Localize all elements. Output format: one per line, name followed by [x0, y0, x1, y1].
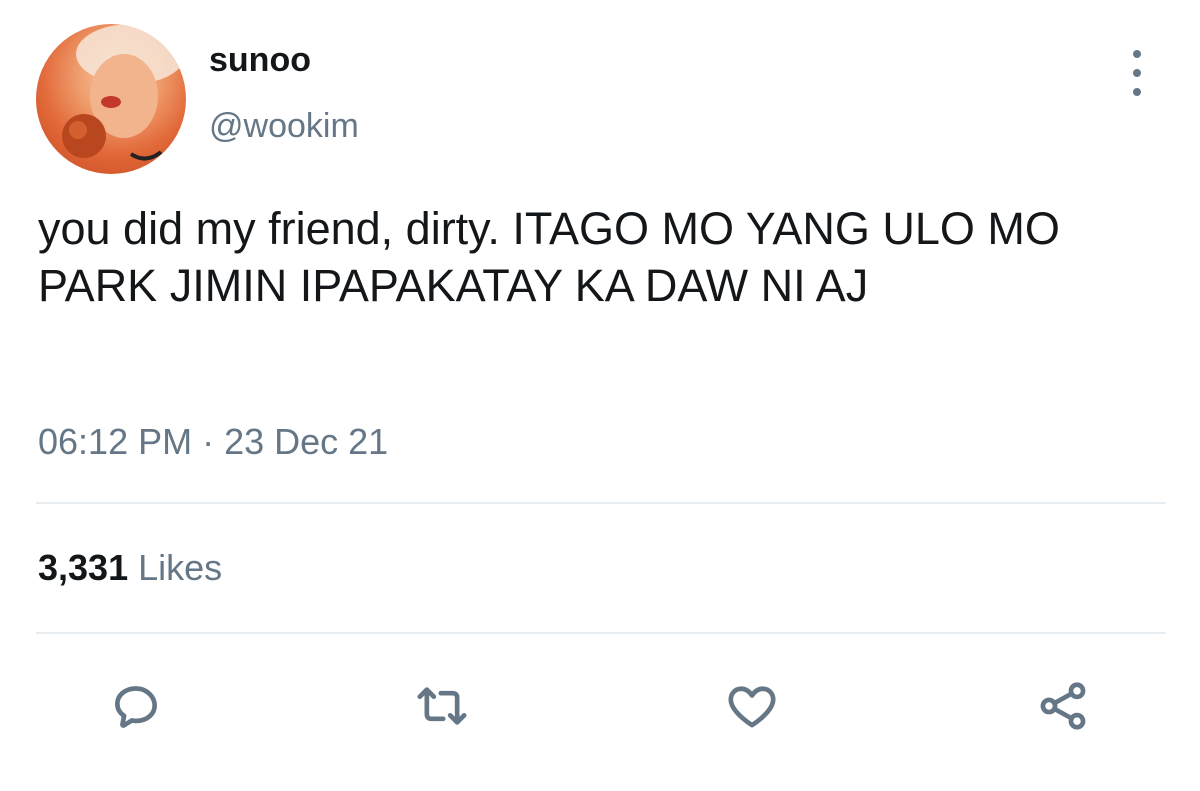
share-icon [1040, 682, 1086, 730]
retweet-icon [417, 687, 467, 725]
more-options-button[interactable] [1122, 50, 1152, 96]
tweet-timestamp[interactable]: 06:12 PM · 23 Dec 21 [38, 420, 388, 464]
display-name[interactable]: sunoo [209, 40, 311, 80]
more-vertical-icon-dot [1133, 69, 1141, 77]
avatar[interactable] [36, 24, 186, 174]
user-handle[interactable]: @wookim [209, 106, 359, 146]
more-vertical-icon [1133, 50, 1141, 58]
share-button[interactable] [1033, 676, 1093, 736]
profile-photo-icon [62, 24, 186, 161]
comment-icon [115, 686, 158, 728]
reply-button[interactable] [106, 676, 166, 736]
likes-stat[interactable]: 3,331 Likes [38, 546, 222, 590]
divider [36, 502, 1166, 504]
divider [36, 632, 1166, 634]
likes-count: 3,331 [38, 547, 129, 588]
more-vertical-icon-dot [1133, 88, 1141, 96]
retweet-button[interactable] [412, 676, 472, 736]
like-button[interactable] [722, 676, 782, 736]
heart-icon [728, 686, 776, 728]
likes-label: Likes [138, 547, 223, 588]
tweet-text: you did my friend, dirty. ITAGO MO YANG … [38, 203, 1060, 311]
